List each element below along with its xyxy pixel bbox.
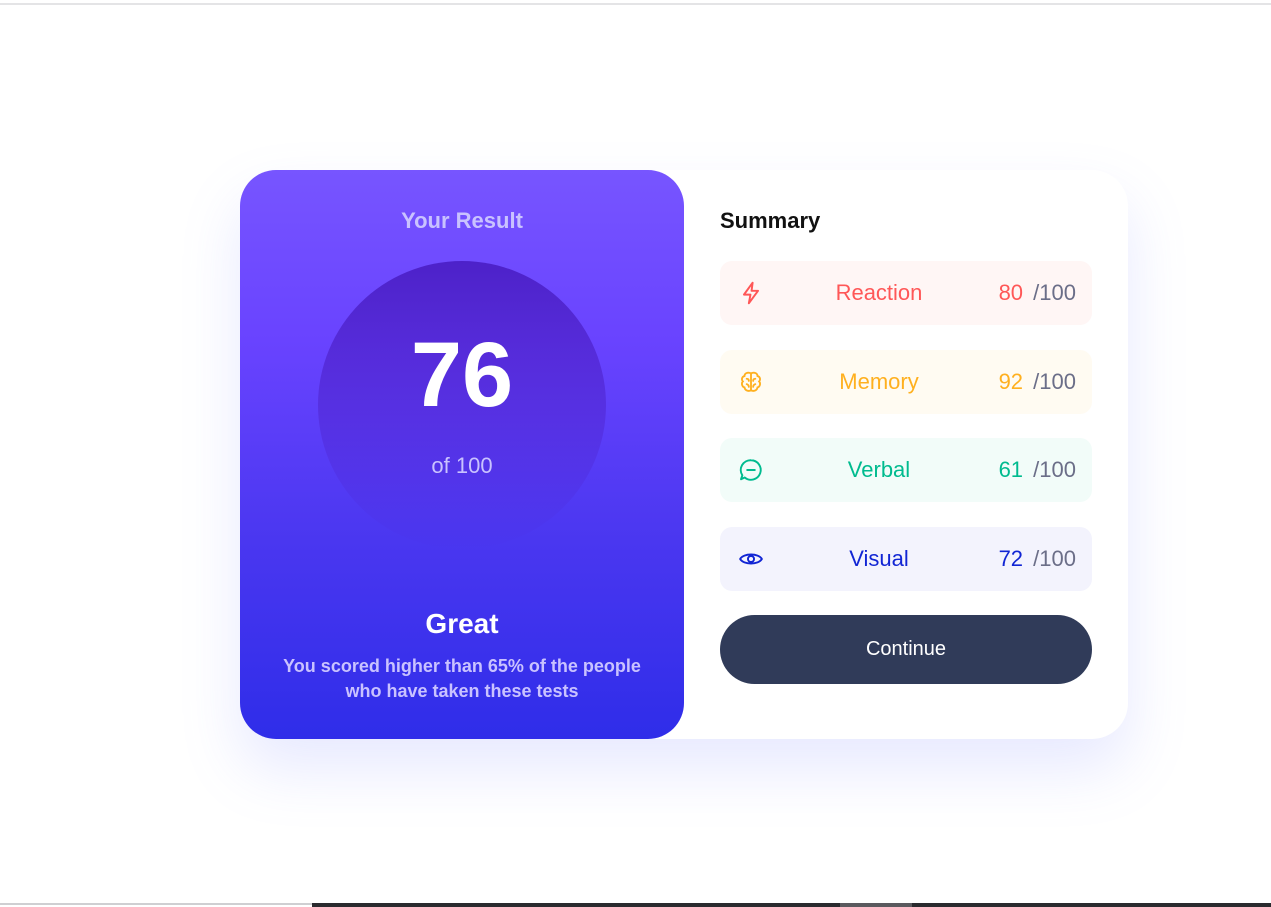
chat-bubble-icon — [738, 457, 764, 483]
score-max: /100 — [1033, 457, 1076, 482]
result-panel: Your Result 76 of 100 Great You scored h… — [240, 170, 684, 739]
summary-item-label: Verbal — [847, 457, 911, 482]
score-max: /100 — [1033, 280, 1076, 305]
eye-icon — [738, 546, 764, 572]
summary-item-reaction: Reaction 80 /100 — [720, 261, 1092, 325]
score-max: /100 — [1033, 369, 1076, 394]
bottom-edge-left — [0, 903, 312, 905]
score-number: 61 — [998, 457, 1024, 482]
score-circle: 76 of 100 — [318, 261, 606, 549]
summary-item-score: 80 /100 — [999, 261, 1076, 325]
score-number: 72 — [998, 546, 1024, 571]
bottom-taskbar-strip — [312, 903, 1271, 907]
score-value: 76 — [410, 324, 514, 426]
results-card: Your Result 76 of 100 Great You scored h… — [240, 170, 1128, 739]
summary-item-label: Memory — [839, 369, 919, 394]
summary-item-label: Reaction — [835, 280, 923, 305]
score-max: /100 — [1033, 546, 1076, 571]
verdict-description: You scored higher than 65% of the people… — [283, 656, 641, 701]
bottom-taskbar-highlight — [840, 903, 912, 907]
summary-title: Summary — [720, 208, 821, 233]
score-max: of 100 — [431, 453, 493, 478]
browser-top-border — [0, 3, 1271, 5]
score-number: 92 — [998, 369, 1024, 394]
summary-item-memory: Memory 92 /100 — [720, 350, 1092, 414]
summary-item-score: 72 /100 — [999, 527, 1076, 591]
summary-item-label: Visual — [849, 546, 909, 571]
summary-item-verbal: Verbal 61 /100 — [720, 438, 1092, 502]
summary-item-score: 92 /100 — [999, 350, 1076, 414]
continue-button[interactable]: Continue — [720, 615, 1092, 684]
lightning-icon — [738, 280, 764, 306]
verdict-heading: Great — [425, 608, 499, 639]
summary-item-visual: Visual 72 /100 — [720, 527, 1092, 591]
result-title: Your Result — [401, 208, 523, 233]
score-number: 80 — [998, 280, 1024, 305]
summary-panel: Summary Reaction 80 /100 Memory 92 /100 … — [720, 170, 1092, 739]
brain-icon — [738, 369, 764, 395]
summary-item-score: 61 /100 — [999, 438, 1076, 502]
